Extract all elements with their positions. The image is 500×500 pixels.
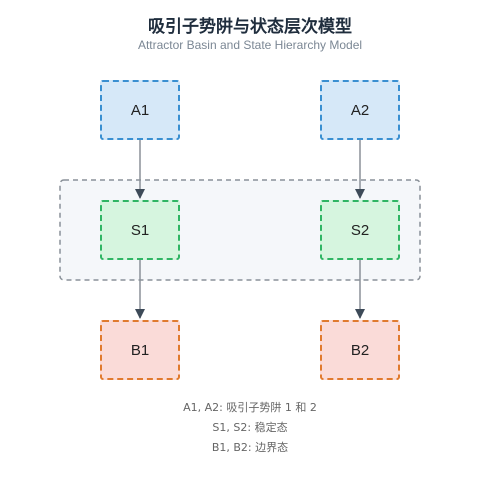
diagram-canvas: 吸引子势阱与状态层次模型 Attractor Basin and State H… (0, 0, 500, 500)
node-s1-stable-state: S1 (100, 200, 180, 260)
legend-item-stable-states: S1, S2: 稳定态 (212, 421, 288, 434)
legend: A1, A2: 吸引子势阱 1 和 2 S1, S2: 稳定态 B1, B2: … (0, 398, 500, 458)
diagram-title: 吸引子势阱与状态层次模型 (148, 17, 352, 37)
diagram-subtitle: Attractor Basin and State Hierarchy Mode… (137, 38, 363, 52)
node-s2-stable-state: S2 (320, 200, 400, 260)
node-b2-boundary-state: B2 (320, 320, 400, 380)
node-a2-attractor: A2 (320, 80, 400, 140)
legend-item-boundary-states: B1, B2: 边界态 (211, 441, 289, 454)
legend-item-attractors: A1, A2: 吸引子势阱 1 和 2 (183, 401, 317, 414)
node-b1-boundary-state: B1 (100, 320, 180, 380)
node-a1-attractor: A1 (100, 80, 180, 140)
